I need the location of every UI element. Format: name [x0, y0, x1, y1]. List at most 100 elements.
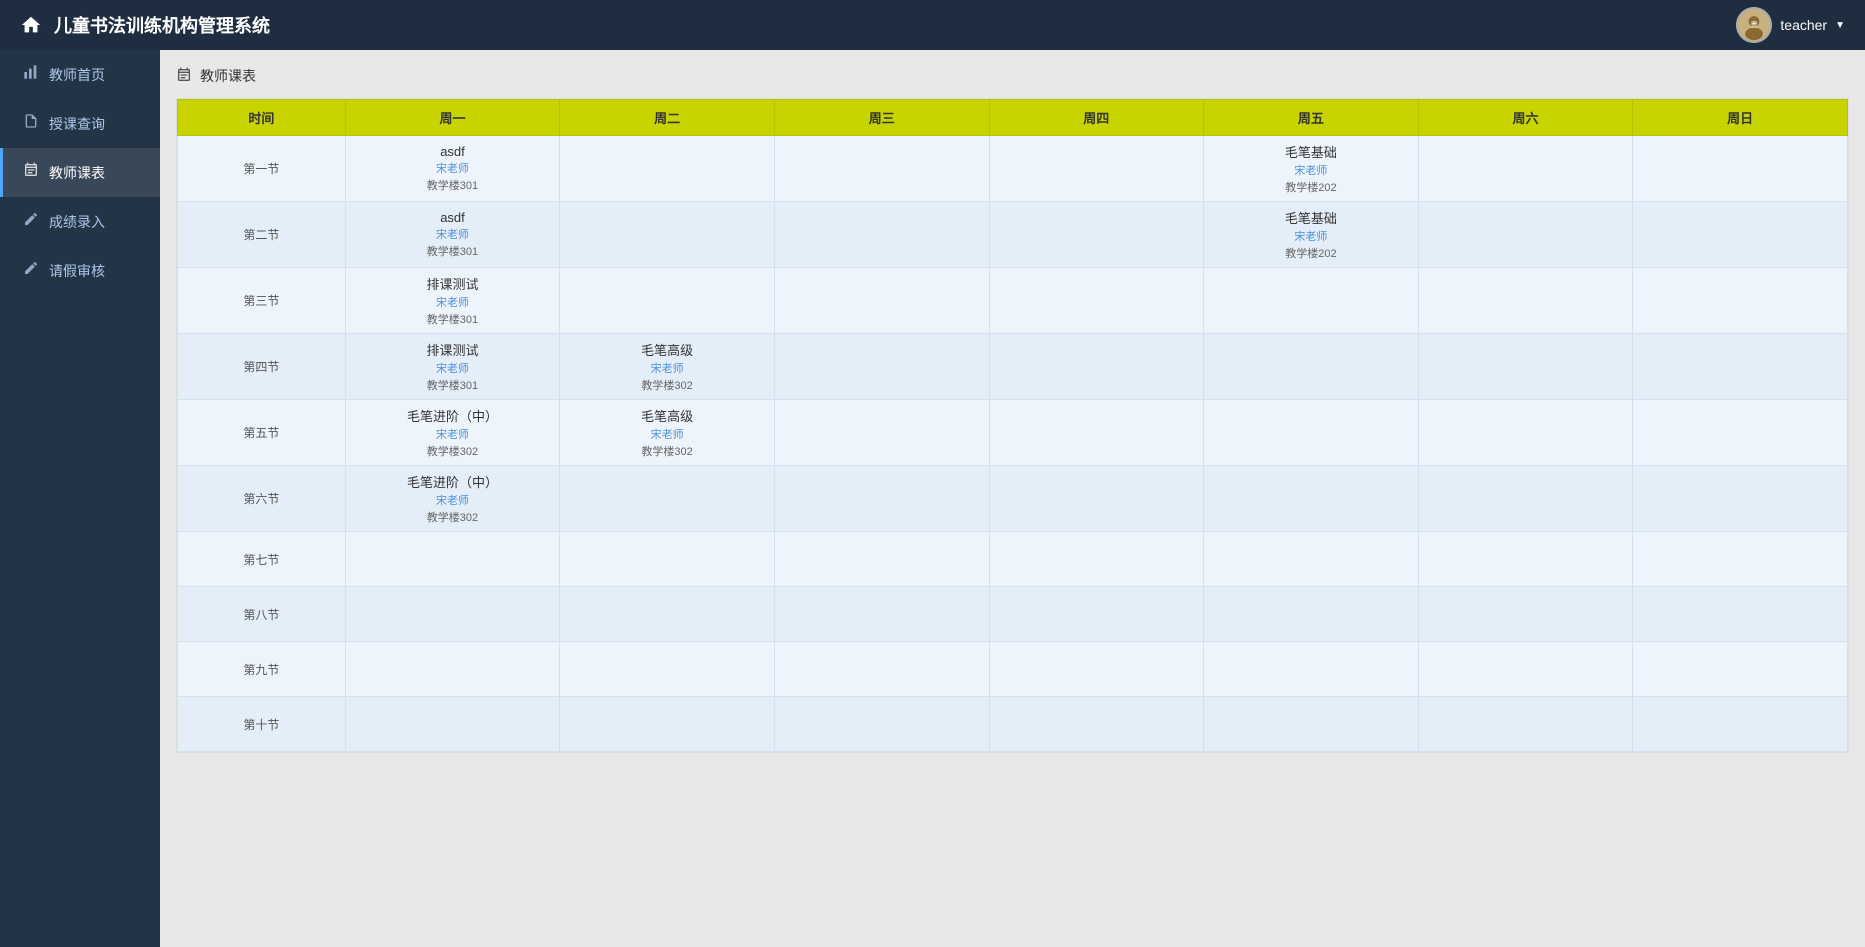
cell-tue-2: [560, 268, 775, 334]
lesson-title: asdf: [440, 210, 465, 225]
lesson-teacher: 宋老师: [436, 492, 469, 508]
cell-thu-8: [989, 642, 1204, 697]
cell-thu-3: [989, 334, 1204, 400]
page-header: 教师课表: [176, 66, 1849, 86]
cell-sat-7: [1418, 587, 1633, 642]
cell-sat-6: [1418, 532, 1633, 587]
lesson-teacher: 宋老师: [651, 426, 684, 442]
lesson-title: 毛笔进阶（中）: [407, 472, 498, 491]
cell-mon-0: asdf宋老师教学楼301: [345, 136, 560, 202]
table-row: 第六节毛笔进阶（中）宋老师教学楼302: [178, 466, 1848, 532]
table-row: 第八节: [178, 587, 1848, 642]
lesson-title: 毛笔基础: [1285, 142, 1337, 161]
col-header-sat: 周六: [1418, 100, 1633, 136]
lesson-teacher: 宋老师: [436, 426, 469, 442]
lesson-room: 教学楼202: [1285, 245, 1336, 261]
sidebar-item-teacher-schedule[interactable]: 教师课表: [0, 148, 160, 197]
sidebar-item-leave-audit[interactable]: 请假审核: [0, 246, 160, 295]
cell-wed-7: [774, 587, 989, 642]
cell-tue-6: [560, 532, 775, 587]
username: teacher: [1780, 17, 1827, 33]
table-row: 第九节: [178, 642, 1848, 697]
page-section-title: 教师课表: [200, 66, 256, 86]
app-title: 儿童书法训练机构管理系统: [54, 12, 270, 38]
user-dropdown-arrow[interactable]: ▼: [1835, 20, 1845, 31]
cell-wed-1: [774, 202, 989, 268]
col-header-tue: 周二: [560, 100, 775, 136]
cell-mon-7: [345, 587, 560, 642]
cell-thu-0: [989, 136, 1204, 202]
cell-fri-7: [1204, 587, 1419, 642]
cell-sun-2: [1633, 268, 1848, 334]
cell-fri-6: [1204, 532, 1419, 587]
sidebar-label-teacher-home: 教师首页: [49, 65, 105, 85]
cell-tue-9: [560, 697, 775, 752]
lesson-teacher: 宋老师: [436, 160, 469, 176]
cell-sat-3: [1418, 334, 1633, 400]
lesson-mon-5: 毛笔进阶（中）宋老师教学楼302: [350, 472, 556, 525]
cell-sun-7: [1633, 587, 1848, 642]
schedule-icon: [23, 162, 39, 183]
cell-time-6: 第七节: [178, 532, 346, 587]
lesson-room: 教学楼301: [427, 243, 478, 259]
cell-tue-4: 毛笔高级宋老师教学楼302: [560, 400, 775, 466]
lesson-title: 排课测试: [426, 340, 478, 359]
lesson-room: 教学楼302: [641, 443, 692, 459]
cell-thu-9: [989, 697, 1204, 752]
cell-tue-8: [560, 642, 775, 697]
cell-sat-4: [1418, 400, 1633, 466]
cell-sun-4: [1633, 400, 1848, 466]
sidebar-item-grade-entry[interactable]: 成绩录入: [0, 197, 160, 246]
table-body: 第一节asdf宋老师教学楼301毛笔基础宋老师教学楼202第二节asdf宋老师教…: [178, 136, 1848, 752]
lesson-room: 教学楼202: [1285, 179, 1336, 195]
cell-thu-6: [989, 532, 1204, 587]
table-row: 第四节排课测试宋老师教学楼301毛笔高级宋老师教学楼302: [178, 334, 1848, 400]
lesson-room: 教学楼301: [427, 311, 478, 327]
cell-fri-5: [1204, 466, 1419, 532]
cell-tue-7: [560, 587, 775, 642]
avatar: 書: [1736, 7, 1772, 43]
schedule-table: 时间 周一 周二 周三 周四 周五 周六 周日 第一节asdf宋老师教学楼301…: [177, 99, 1848, 752]
cell-wed-8: [774, 642, 989, 697]
lesson-teacher: 宋老师: [1294, 228, 1327, 244]
sidebar-label-course-query: 授课查询: [49, 114, 105, 134]
doc-icon: [23, 113, 39, 134]
cell-sat-8: [1418, 642, 1633, 697]
sidebar-label-teacher-schedule: 教师课表: [49, 163, 105, 183]
sidebar-label-leave-audit: 请假审核: [49, 261, 105, 281]
lesson-room: 教学楼302: [427, 509, 478, 525]
cell-time-5: 第六节: [178, 466, 346, 532]
user-menu[interactable]: 書 teacher ▼: [1736, 7, 1845, 43]
lesson-room: 教学楼301: [427, 177, 478, 193]
cell-thu-5: [989, 466, 1204, 532]
cell-wed-4: [774, 400, 989, 466]
home-icon[interactable]: [20, 14, 42, 36]
table-row: 第二节asdf宋老师教学楼301毛笔基础宋老师教学楼202: [178, 202, 1848, 268]
cell-wed-2: [774, 268, 989, 334]
lesson-tue-4: 毛笔高级宋老师教学楼302: [564, 406, 770, 459]
app-header: 儿童书法训练机构管理系统 書 teacher ▼: [0, 0, 1865, 50]
cell-mon-2: 排课测试宋老师教学楼301: [345, 268, 560, 334]
cell-sun-6: [1633, 532, 1848, 587]
edit-icon-leave: [23, 260, 39, 281]
cell-time-3: 第四节: [178, 334, 346, 400]
col-header-sun: 周日: [1633, 100, 1848, 136]
lesson-mon-2: 排课测试宋老师教学楼301: [350, 274, 556, 327]
sidebar-item-course-query[interactable]: 授课查询: [0, 99, 160, 148]
col-header-fri: 周五: [1204, 100, 1419, 136]
cell-sun-1: [1633, 202, 1848, 268]
col-header-time: 时间: [178, 100, 346, 136]
cell-mon-8: [345, 642, 560, 697]
cell-thu-4: [989, 400, 1204, 466]
cell-fri-8: [1204, 642, 1419, 697]
cell-sat-5: [1418, 466, 1633, 532]
table-row: 第一节asdf宋老师教学楼301毛笔基础宋老师教学楼202: [178, 136, 1848, 202]
lesson-teacher: 宋老师: [436, 294, 469, 310]
cell-sat-2: [1418, 268, 1633, 334]
cell-sun-3: [1633, 334, 1848, 400]
edit-icon-grade: [23, 211, 39, 232]
lesson-title: 毛笔高级: [641, 406, 693, 425]
sidebar-item-teacher-home[interactable]: 教师首页: [0, 50, 160, 99]
lesson-title: 毛笔高级: [641, 340, 693, 359]
layout: 教师首页 授课查询 教师课表 成绩录入: [0, 50, 1865, 947]
